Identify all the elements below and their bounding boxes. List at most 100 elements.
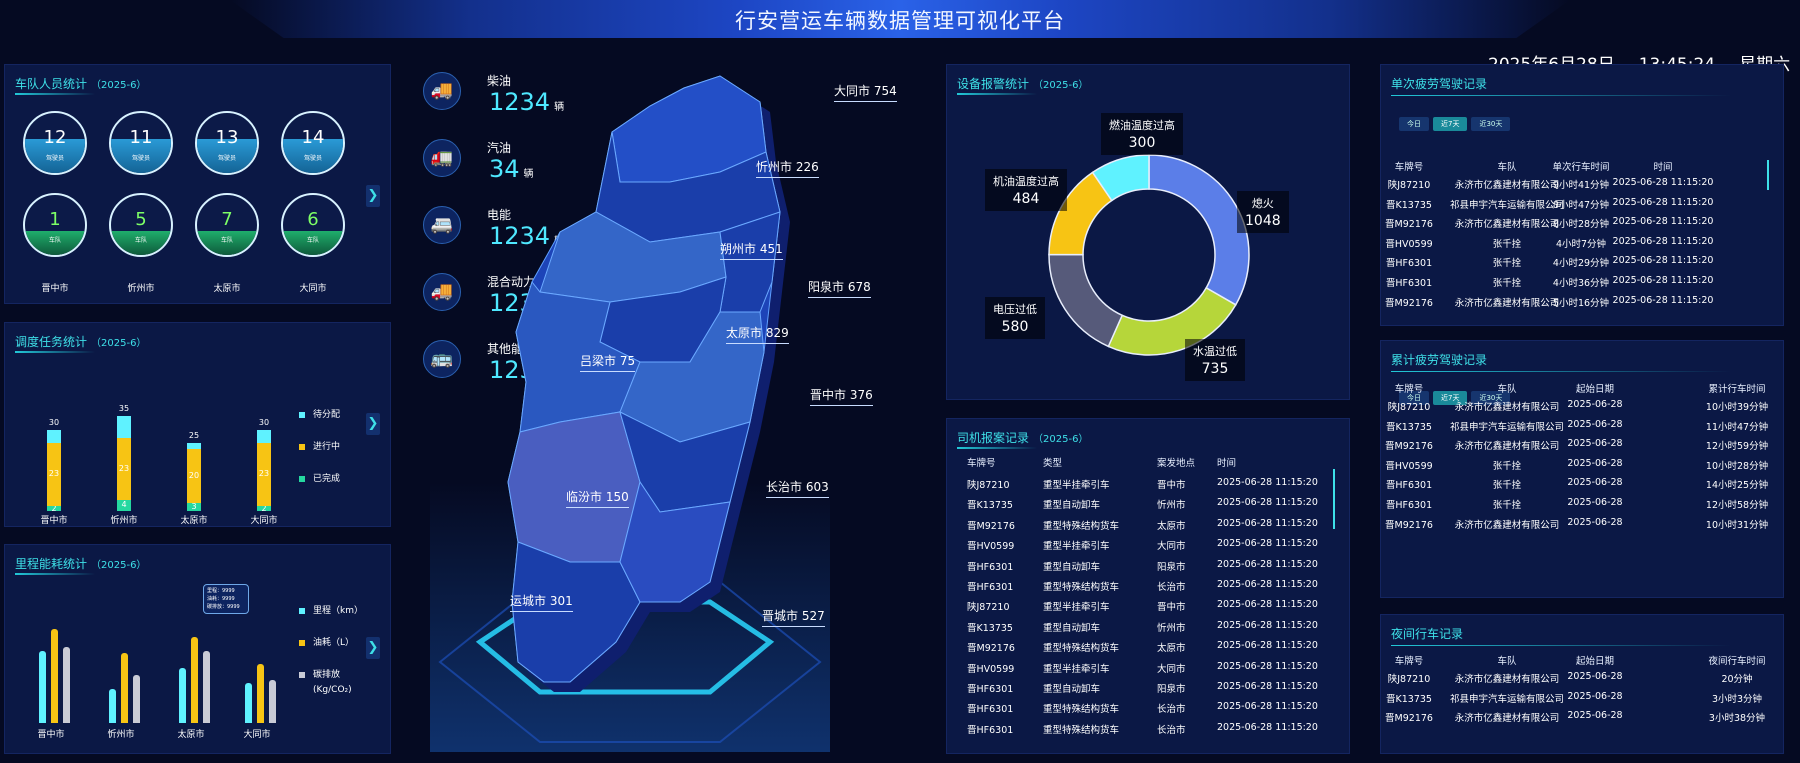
night-driving-panel: 夜间行车记录 车牌号 车队 起始日期 夜间行车时间 陕J87210 永济市亿鑫建材有限公司… — [1380, 614, 1784, 754]
donut-slice[interactable] — [1148, 154, 1250, 306]
grouped-bar — [245, 683, 252, 723]
grouped-bar — [179, 667, 186, 723]
map-region-linfen[interactable] — [507, 411, 641, 563]
stack-segment: 23 — [117, 437, 131, 501]
bar-total-label: 25 — [188, 431, 200, 441]
table-cell: 2025-06-28 11:15:20 — [1217, 538, 1318, 550]
legend-progress: 进行中 — [299, 439, 340, 452]
team-label: 车队 — [48, 237, 61, 244]
map-region-label[interactable]: 阳泉市 678 — [808, 278, 871, 298]
table-cell: 重型半挂牵引车 — [1043, 663, 1110, 675]
table-cell: 永济市亿鑫建材有限公司 — [1454, 519, 1560, 531]
single-fatigue-panel: 单次疲劳驾驶记录 今日 近7天 近30天 车牌号 车队 单次行车时间 时间 陕J87210 永… — [1380, 64, 1784, 326]
table-cell: 晋HF6301 — [967, 561, 1014, 573]
table-cell: 张千拴 — [1492, 278, 1522, 289]
table-cell: 忻州市 — [1157, 622, 1186, 634]
table-cell: 2025-06-28 11:15:20 — [1612, 294, 1714, 306]
table-cell: 重型特殊结构货车 — [1043, 643, 1120, 655]
map-region-label[interactable]: 运城市 301 — [510, 592, 573, 612]
table-cell: 晋HF6301 — [967, 724, 1014, 736]
grouped-bar — [63, 647, 70, 723]
table-header-cell: 累计行车时间 — [1708, 384, 1766, 395]
table-cell: 2025-06-28 — [1567, 477, 1623, 489]
table-cell: 晋HV0599 — [1385, 460, 1433, 472]
stack-segment: 23 — [47, 443, 61, 506]
driver-count-circle: 11 驾驶员 — [109, 111, 173, 175]
table-cell: 晋HF6301 — [1385, 500, 1433, 511]
table-cell: 晋HF6301 — [1385, 480, 1433, 492]
table-cell: 2025-06-28 11:15:20 — [1612, 235, 1714, 247]
table-cell: 重型半挂牵引车 — [1043, 480, 1110, 491]
map-region-label[interactable]: 大同市 754 — [834, 82, 897, 102]
table-cell: 重型自动卸车 — [1043, 622, 1101, 634]
stack-segment — [187, 443, 201, 449]
table-cell: 2025-06-28 — [1567, 516, 1623, 528]
table-header-cell: 类型 — [1043, 458, 1063, 469]
table-cell: 2025-06-28 11:15:20 — [1217, 517, 1318, 529]
table-cell: 忻州市 — [1157, 500, 1186, 512]
next-arrow-button[interactable]: ❯ — [366, 185, 380, 207]
map-region-label[interactable]: 吕梁市 75 — [580, 352, 636, 372]
table-cell: 2025-06-28 11:15:20 — [1217, 477, 1318, 488]
table-cell: 3小时3分钟 — [1711, 693, 1763, 705]
driver-label: 驾驶员 — [45, 155, 64, 162]
table-cell: 5小时16分钟 — [1552, 297, 1610, 309]
table-cell: 12小时58分钟 — [1705, 500, 1769, 511]
table-header-cell: 案发地点 — [1157, 458, 1196, 469]
legend-swatch-progress — [299, 443, 305, 450]
bar-total-label: 35 — [118, 404, 130, 413]
x-axis-label: 大同市 — [243, 730, 271, 740]
team-label: 车队 — [306, 237, 319, 244]
grouped-bar — [51, 629, 58, 723]
table-cell: 陕J87210 — [1387, 180, 1431, 191]
donut-slice-label: 电压过低 580 — [985, 297, 1045, 339]
night-driving-table: 车牌号 车队 起始日期 夜间行车时间 陕J87210 永济市亿鑫建材有限公司 2025-06… — [1381, 615, 1785, 755]
map-region-label[interactable]: 忻州市 226 — [756, 158, 819, 178]
table-cell: 重型特殊结构货车 — [1043, 582, 1120, 593]
map-region-label[interactable]: 临汾市 150 — [566, 488, 629, 508]
table-cell: 2025-06-28 11:15:20 — [1217, 579, 1318, 590]
table-cell: 阳泉市 — [1157, 684, 1186, 695]
map-region-label[interactable]: 朔州市 451 — [720, 240, 783, 260]
table-cell: 晋HF6301 — [1385, 258, 1433, 270]
table-cell: 8小时28分钟 — [1552, 219, 1610, 231]
next-arrow-button[interactable]: ❯ — [366, 637, 380, 659]
table-scrollbar[interactable] — [1767, 160, 1769, 190]
driver-count-circle: 12 驾驶员 — [23, 111, 87, 175]
map-region-label[interactable]: 晋城市 527 — [762, 607, 825, 627]
table-cell: 晋HF6301 — [967, 704, 1014, 716]
table-cell: 重型自动卸车 — [1043, 684, 1101, 695]
stack-segment: 23 — [257, 443, 271, 506]
driver-label: 驾驶员 — [217, 155, 236, 162]
legend-swatch-fuel — [299, 639, 305, 646]
donut-slice[interactable] — [1048, 253, 1124, 348]
table-cell: 晋K13735 — [1386, 199, 1432, 211]
table-cell: 张千拴 — [1492, 460, 1522, 472]
legend-pending: 待分配 — [299, 407, 340, 420]
driver-count-circle: 14 驾驶员 — [281, 111, 345, 175]
table-cell: 重型特殊结构货车 — [1043, 724, 1120, 736]
donut-slice-label: 机油温度过高 484 — [985, 169, 1067, 211]
table-cell: 祁县申宇汽车运输有限公司 — [1449, 693, 1565, 705]
grouped-bar — [39, 651, 46, 723]
map-region-label[interactable]: 长治市 603 — [766, 478, 829, 498]
next-arrow-button[interactable]: ❯ — [366, 413, 380, 435]
table-cell: 重型特殊结构货车 — [1043, 520, 1120, 532]
stack-segment: 4 — [117, 500, 131, 511]
table-cell: 晋中市 — [1157, 480, 1186, 491]
map-region-label[interactable]: 晋中市 376 — [810, 386, 873, 406]
slice-value: 300 — [1128, 135, 1156, 151]
total-fatigue-table: 车牌号 车队 起始日期 累计行车时间 陕J87210 永济市亿鑫建材有限公司 2025-06… — [1381, 341, 1785, 599]
table-scrollbar[interactable] — [1333, 469, 1335, 529]
map-region-label[interactable]: 太原市 829 — [726, 324, 789, 344]
table-cell: 2025-06-28 — [1567, 438, 1623, 450]
slice-name: 电压过低 — [993, 303, 1037, 316]
table-cell: 10小时28分钟 — [1705, 460, 1769, 472]
table-header-cell: 车牌号 — [1394, 162, 1424, 173]
donut-slice-label: 水温过低 735 — [1185, 339, 1245, 381]
page-title: 行安营运车辆数据管理可视化平台 — [735, 9, 1065, 33]
table-cell: 2025-06-28 11:15:20 — [1612, 177, 1714, 188]
city-label: 忻州市 — [127, 284, 155, 294]
grouped-bar — [133, 675, 140, 723]
driver-count: 14 — [301, 127, 325, 148]
